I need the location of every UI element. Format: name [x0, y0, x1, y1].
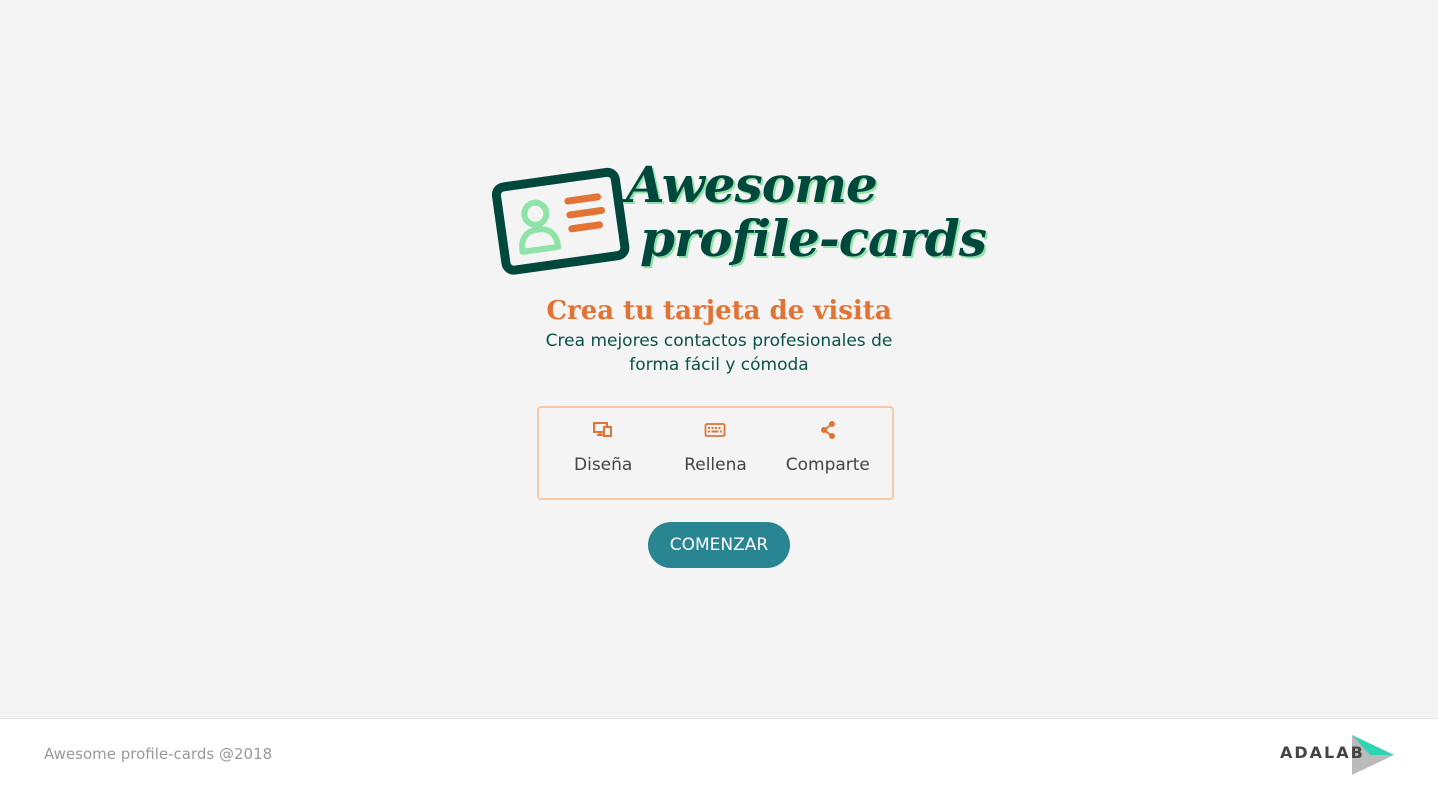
- page-title: Crea tu tarjeta de visita: [546, 296, 892, 326]
- logo-title-line2: profile-cards: [640, 209, 987, 268]
- logo-title-line1: Awesome: [626, 155, 878, 214]
- adalab-logo[interactable]: ADALAB: [1280, 731, 1396, 777]
- main-section: Awesome profile-cards Crea tu tarjeta de…: [0, 0, 1438, 718]
- start-button[interactable]: COMENZAR: [648, 522, 790, 568]
- step-design: Diseña: [547, 408, 659, 476]
- design-icon: [593, 422, 613, 437]
- step-share: Comparte: [772, 408, 884, 476]
- step-fill: Rellena: [659, 408, 771, 476]
- step-fill-label: Rellena: [684, 455, 747, 475]
- step-design-label: Diseña: [574, 455, 633, 475]
- steps-panel: Diseña Rellena Comparte: [537, 406, 894, 500]
- footer: Awesome profile-cards @2018 ADALAB: [0, 718, 1438, 789]
- app-logo: Awesome profile-cards: [490, 155, 987, 280]
- share-icon: [820, 421, 835, 439]
- adalab-wordmark: ADALAB: [1280, 743, 1365, 762]
- keyboard-icon: [705, 423, 726, 437]
- step-share-label: Comparte: [785, 455, 870, 475]
- page-subtitle: Crea mejores contactos profesionales de …: [545, 331, 893, 375]
- profile-card-icon: [491, 167, 630, 275]
- footer-copyright: Awesome profile-cards @2018: [44, 745, 273, 763]
